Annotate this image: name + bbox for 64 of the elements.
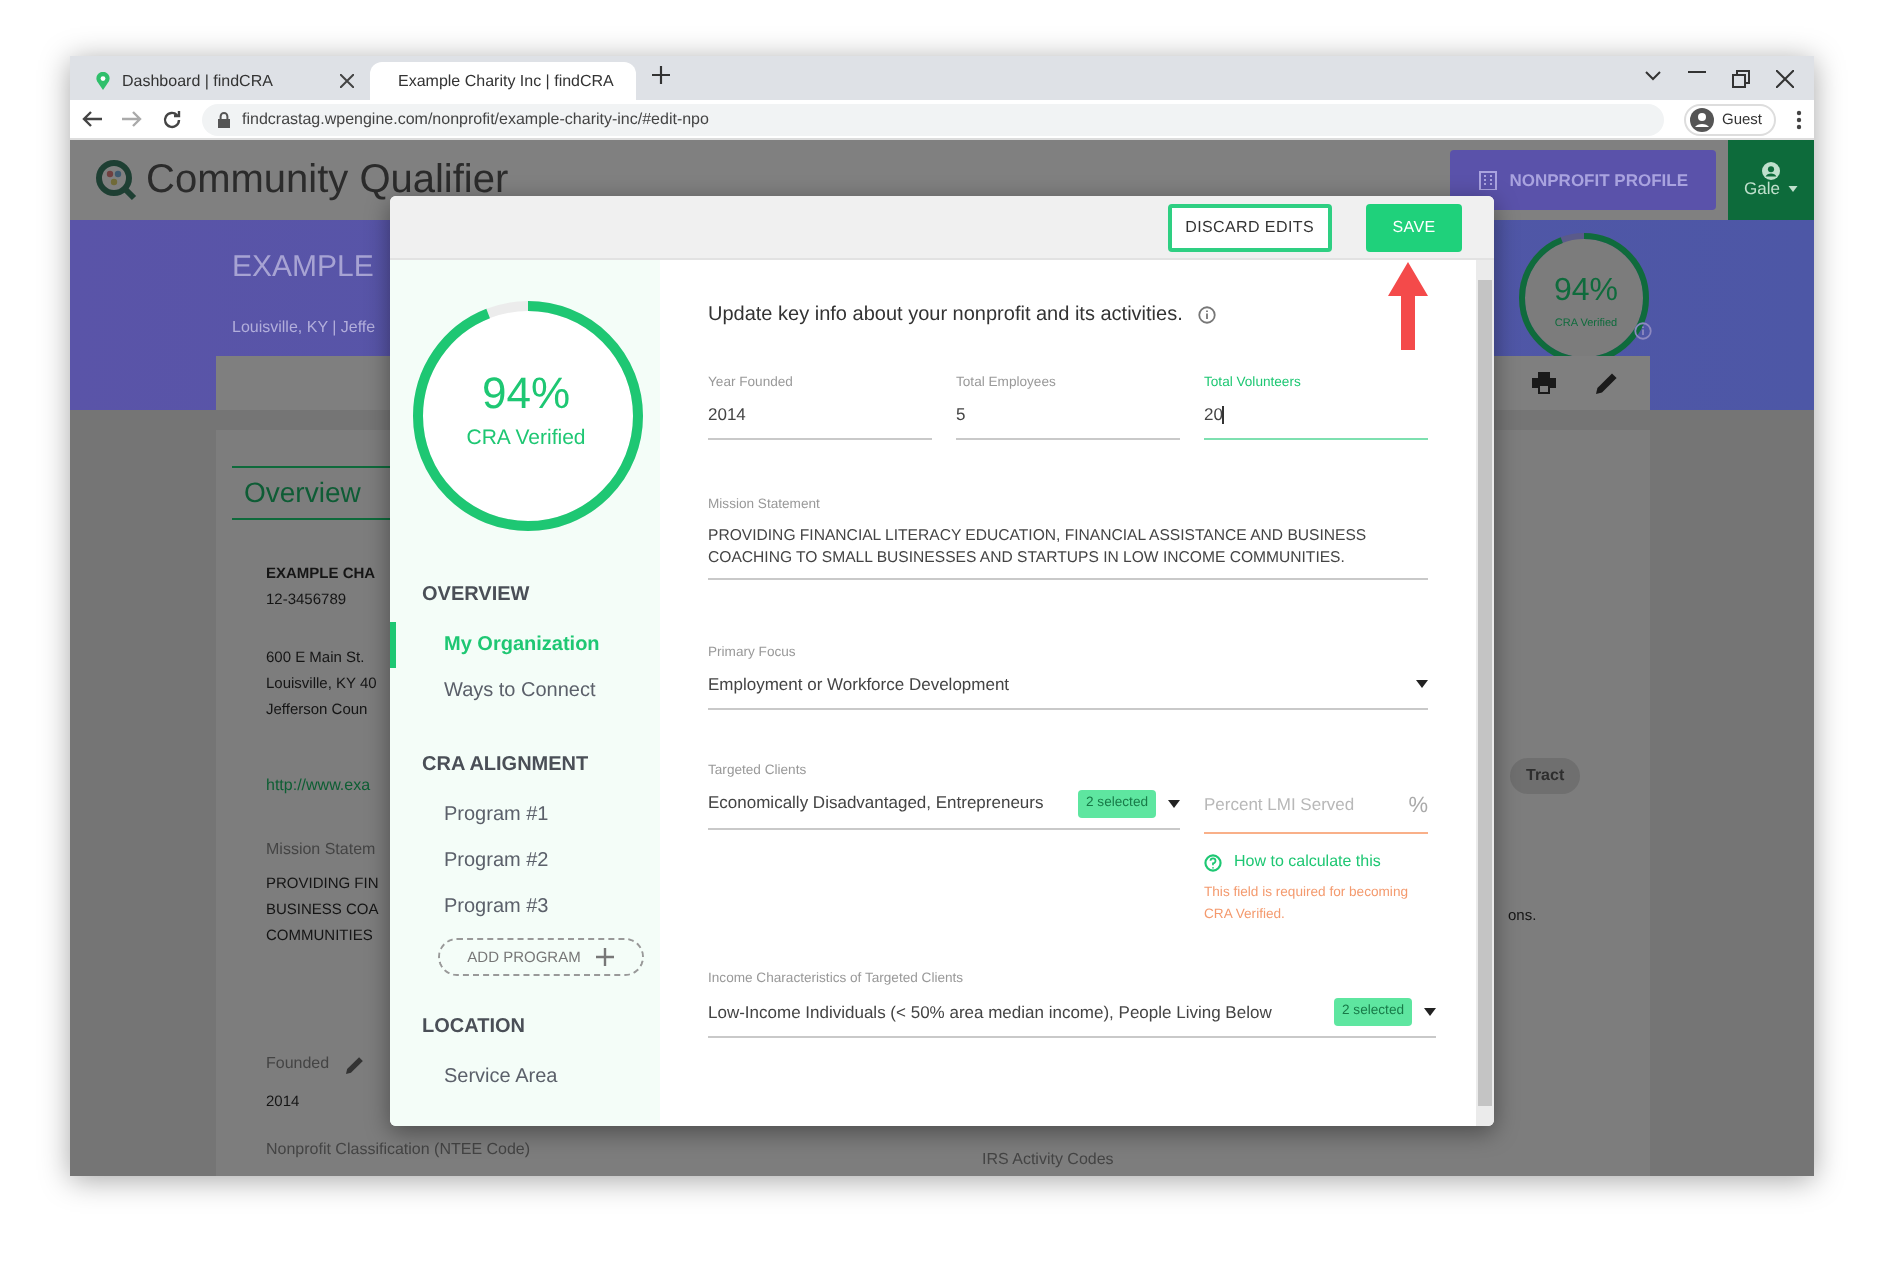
field-label: Mission Statem bbox=[266, 838, 376, 862]
back-icon[interactable] bbox=[82, 110, 102, 128]
nav-item[interactable]: Program #1 bbox=[390, 792, 660, 838]
app-title: Community Qualifier bbox=[146, 156, 509, 206]
organization-location: Louisville, KY | Jeffe bbox=[232, 315, 376, 339]
user-icon bbox=[1762, 161, 1780, 180]
reload-icon[interactable] bbox=[162, 109, 182, 129]
nav-heading: CRA ALIGNMENT bbox=[420, 752, 591, 780]
selected-values: Economically Disadvantaged, Entrepreneurs bbox=[708, 790, 1046, 816]
building-icon bbox=[1477, 170, 1498, 190]
score-label: CRA Verified bbox=[466, 424, 586, 455]
input-field[interactable]: 5 bbox=[956, 394, 1180, 440]
avatar-icon bbox=[1689, 107, 1714, 131]
nav-item[interactable]: Service Area bbox=[390, 1054, 660, 1100]
logo-icon bbox=[94, 158, 138, 202]
help-icon bbox=[1204, 853, 1222, 871]
nav-item[interactable]: Program #2 bbox=[390, 838, 660, 884]
selected-values: Low-Income Individuals (< 50% area median income), People Living Below bbox=[708, 999, 1274, 1025]
nav-heading: OVERVIEW bbox=[420, 582, 532, 610]
info-icon[interactable] bbox=[1198, 306, 1217, 324]
field-label: Founded bbox=[266, 1052, 330, 1076]
close-icon[interactable] bbox=[1776, 69, 1794, 87]
address-bar[interactable]: findcrastag.wpengine.com/nonprofit/example-charity-inc/#edit-npo bbox=[202, 103, 1664, 135]
field-label: Nonprofit Classification (NTEE Code) bbox=[266, 1138, 531, 1162]
pointer-arrow bbox=[1388, 262, 1428, 350]
nav-item[interactable]: Program #3 bbox=[390, 884, 660, 930]
input-field[interactable]: 20 bbox=[1204, 394, 1428, 440]
input-field[interactable]: 2014 bbox=[708, 394, 932, 440]
url-text: findcrastag.wpengine.com/nonprofit/example-charity-inc/#edit-npo bbox=[242, 107, 709, 131]
browser-tab[interactable]: Example Charity Inc | findCRA bbox=[370, 62, 636, 100]
scrollbar[interactable] bbox=[1476, 260, 1494, 1126]
field-label: IRS Activity Codes bbox=[982, 1148, 1114, 1172]
caret-icon[interactable] bbox=[1424, 1008, 1436, 1017]
intro-text: Update key info about your nonprofit and its activities. bbox=[708, 302, 1183, 330]
score-percent: 94% bbox=[1553, 271, 1619, 312]
browser-tab[interactable]: Dashboard | findCRA bbox=[80, 62, 370, 100]
user-menu-button[interactable]: Gale bbox=[1728, 140, 1814, 220]
pencil-icon[interactable] bbox=[345, 1055, 364, 1073]
organization-title: EXAMPLE bbox=[232, 248, 374, 288]
print-icon[interactable] bbox=[1532, 372, 1556, 394]
tab-title: Example Charity Inc | findCRA bbox=[398, 69, 614, 93]
pencil-icon[interactable] bbox=[1596, 372, 1618, 394]
menu-icon[interactable] bbox=[1796, 109, 1802, 129]
chevron-down-icon[interactable] bbox=[1644, 69, 1662, 81]
discard-button[interactable]: DISCARD EDITS bbox=[1167, 203, 1332, 251]
plus-icon bbox=[596, 948, 615, 966]
placeholder-text: Percent LMI Served bbox=[1204, 792, 1357, 819]
tag-chip: Tract bbox=[1510, 758, 1581, 794]
score-percent: 94% bbox=[481, 372, 571, 417]
tab-title: Dashboard | findCRA bbox=[122, 69, 275, 93]
caret-icon[interactable] bbox=[1168, 799, 1180, 808]
minimize-icon[interactable] bbox=[1688, 69, 1706, 73]
caret-icon bbox=[1787, 186, 1798, 192]
caret-icon[interactable] bbox=[1416, 680, 1428, 689]
percent-suffix: % bbox=[1408, 791, 1428, 821]
restore-icon[interactable] bbox=[1732, 69, 1750, 87]
lock-icon bbox=[218, 111, 230, 127]
nav-item[interactable]: Ways to Connect bbox=[390, 668, 660, 714]
input-field[interactable]: Employment or Workforce Development bbox=[708, 663, 1428, 709]
nav-heading: LOCATION bbox=[420, 1014, 527, 1042]
new-tab-icon[interactable] bbox=[652, 65, 670, 83]
text-cursor bbox=[1222, 406, 1225, 425]
close-icon[interactable] bbox=[340, 74, 354, 88]
pin-icon bbox=[96, 72, 110, 90]
